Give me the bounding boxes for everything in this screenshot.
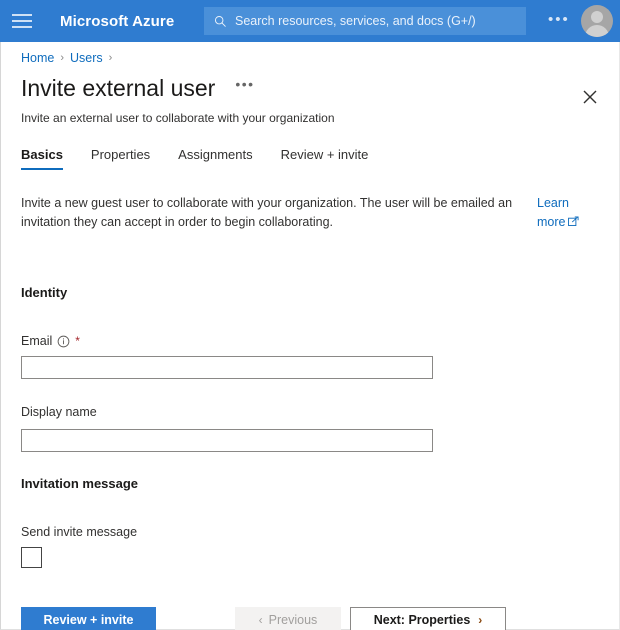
azure-portal-page: Microsoft Azure Search resources, servic… — [0, 0, 620, 630]
email-input[interactable] — [21, 356, 433, 379]
display-name-field-label: Display name — [21, 405, 97, 419]
email-label-text: Email — [21, 334, 52, 348]
description-block: Invite a new guest user to collaborate w… — [21, 194, 601, 232]
send-invite-message-label: Send invite message — [21, 525, 137, 539]
blade-panel: Home › Users › Invite external user ••• … — [0, 42, 620, 630]
search-icon — [214, 15, 227, 28]
next-button-label: Next: Properties — [374, 613, 471, 627]
tab-review-invite[interactable]: Review + invite — [281, 147, 369, 170]
email-field-label: Email * — [21, 334, 80, 348]
breadcrumb: Home › Users › — [21, 51, 118, 65]
hamburger-line — [12, 20, 32, 22]
breadcrumb-item-users[interactable]: Users — [70, 51, 103, 65]
chevron-right-icon: › — [478, 613, 482, 627]
avatar-body — [585, 25, 609, 37]
hamburger-menu-icon[interactable] — [12, 12, 36, 30]
header-more-button[interactable]: ••• — [548, 13, 570, 27]
next-properties-button[interactable]: Next: Properties › — [350, 607, 506, 630]
learn-more-link[interactable]: Learn more — [537, 194, 593, 232]
review-invite-button[interactable]: Review + invite — [21, 607, 156, 630]
info-circle-icon[interactable] — [57, 335, 70, 348]
send-invite-message-checkbox[interactable] — [21, 547, 42, 568]
breadcrumb-item-home[interactable]: Home — [21, 51, 54, 65]
page-title: Invite external user — [21, 74, 215, 102]
description-text: Invite a new guest user to collaborate w… — [21, 194, 533, 232]
page-subtitle: Invite an external user to collaborate w… — [21, 111, 335, 125]
required-asterisk: * — [75, 334, 80, 348]
close-icon[interactable] — [579, 86, 601, 108]
tab-basics[interactable]: Basics — [21, 147, 63, 170]
global-header: Microsoft Azure Search resources, servic… — [0, 0, 620, 42]
hamburger-line — [12, 26, 32, 28]
avatar-head — [591, 11, 603, 23]
previous-button-label: Previous — [269, 613, 318, 627]
tab-assignments[interactable]: Assignments — [178, 147, 252, 170]
display-name-label-text: Display name — [21, 405, 97, 419]
title-row: Invite external user ••• — [21, 74, 599, 102]
page-context-menu-button[interactable]: ••• — [235, 79, 254, 89]
global-search-box[interactable]: Search resources, services, and docs (G+… — [204, 7, 526, 35]
hamburger-line — [12, 14, 32, 16]
learn-more-label: Learn more — [537, 196, 569, 229]
section-heading-invitation-message: Invitation message — [21, 476, 138, 491]
breadcrumb-separator: › — [60, 52, 64, 64]
breadcrumb-separator: › — [109, 52, 113, 64]
section-heading-identity: Identity — [21, 285, 67, 300]
tab-list: Basics Properties Assignments Review + i… — [21, 147, 396, 170]
previous-button[interactable]: ‹ Previous — [235, 607, 341, 630]
account-avatar[interactable] — [581, 5, 613, 37]
chevron-left-icon: ‹ — [259, 613, 263, 627]
tab-properties[interactable]: Properties — [91, 147, 150, 170]
external-link-icon — [568, 216, 579, 227]
display-name-input[interactable] — [21, 429, 433, 452]
search-placeholder-text: Search resources, services, and docs (G+… — [235, 14, 476, 28]
brand-title[interactable]: Microsoft Azure — [60, 13, 174, 30]
